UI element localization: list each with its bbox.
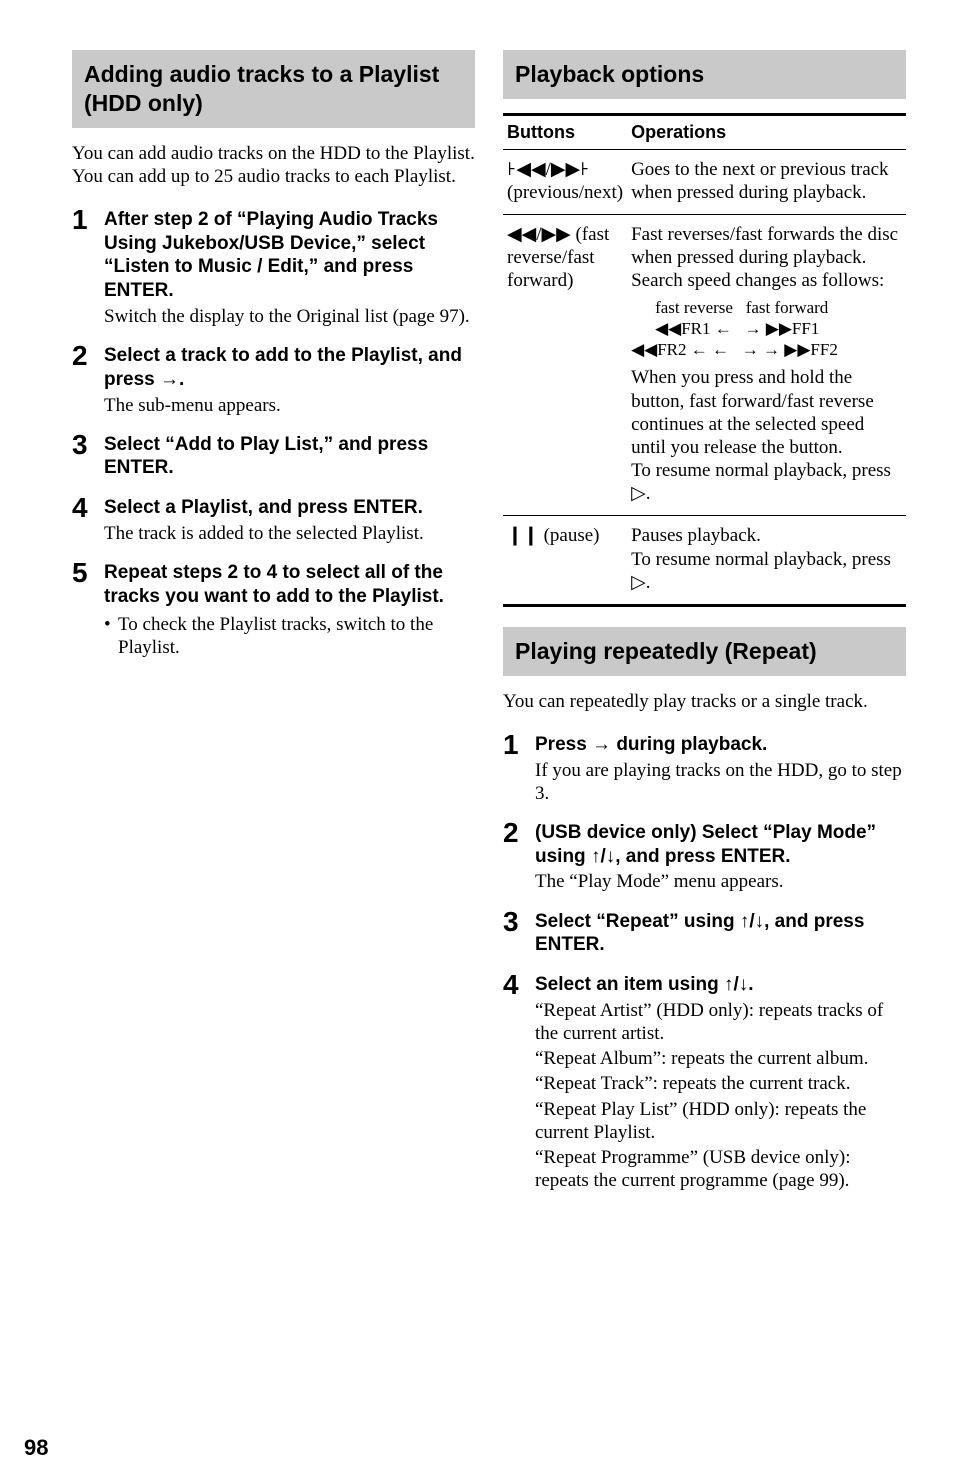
step-heading: Press → during playback.: [535, 733, 906, 757]
step-heading: Select an item using ↑/↓.: [535, 973, 906, 997]
step-number: 3: [503, 908, 525, 958]
right-column: Playback options Buttons Operations ꜔◀◀/…: [503, 50, 906, 1206]
step-heading: Select “Repeat” using ↑/↓, and press ENT…: [535, 910, 906, 958]
section-title-add-tracks: Adding audio tracks to a Playlist (HDD o…: [72, 50, 475, 128]
step-heading: (USB device only) Select “Play Mode” usi…: [535, 821, 906, 869]
step-subtext: The “Play Mode” menu appears.: [535, 870, 906, 893]
op-text: When you press and hold the button, fast…: [631, 366, 902, 459]
step-3: 3 Select “Add to Play List,” and press E…: [72, 431, 475, 481]
step-bullets: To check the Playlist tracks, switch to …: [104, 613, 475, 659]
left-column: Adding audio tracks to a Playlist (HDD o…: [72, 50, 475, 1206]
op-text: To resume normal playback, press ▷.: [631, 459, 902, 505]
section-title-playback-options: Playback options: [503, 50, 906, 99]
step-subtext: “Repeat Album”: repeats the current albu…: [535, 1047, 906, 1070]
step-number: 3: [72, 431, 94, 481]
step-heading: Repeat steps 2 to 4 to select all of the…: [104, 561, 475, 609]
buttons-cell: ꜔◀◀/▶▶꜔ (previous/next): [503, 149, 627, 214]
operations-cell: Goes to the next or previous track when …: [627, 149, 906, 214]
step-heading: Select “Add to Play List,” and press ENT…: [104, 433, 475, 481]
page-number: 98: [24, 1435, 48, 1461]
table-row: ❙❙ (pause) Pauses playback. To resume no…: [503, 516, 906, 606]
playback-options-table: Buttons Operations ꜔◀◀/▶▶꜔ (previous/nex…: [503, 113, 906, 607]
step-subtext: The sub-menu appears.: [104, 394, 475, 417]
step-subtext: “Repeat Programme” (USB device only): re…: [535, 1146, 906, 1192]
buttons-cell: ❙❙ (pause): [503, 516, 627, 606]
op-text: Search speed changes as follows:: [631, 269, 902, 292]
step-subtext: “Repeat Track”: repeats the current trac…: [535, 1072, 906, 1095]
step-2: 2 Select a track to add to the Playlist,…: [72, 342, 475, 417]
repeat-step-1: 1 Press → during playback. If you are pl…: [503, 731, 906, 805]
repeat-step-3: 3 Select “Repeat” using ↑/↓, and press E…: [503, 908, 906, 958]
step-subtext: The track is added to the selected Playl…: [104, 522, 475, 545]
step-number: 2: [503, 819, 525, 894]
bullet-item: To check the Playlist tracks, switch to …: [104, 613, 475, 659]
step-subtext: “Repeat Play List” (HDD only): repeats t…: [535, 1098, 906, 1144]
speed-label-row: fast reverse fast forward: [631, 297, 902, 318]
step-5: 5 Repeat steps 2 to 4 to select all of t…: [72, 559, 475, 659]
step-heading: After step 2 of “Playing Audio Tracks Us…: [104, 208, 475, 303]
step-number: 2: [72, 342, 94, 417]
step-subtext: “Repeat Artist” (HDD only): repeats trac…: [535, 999, 906, 1045]
op-text: Pauses playback.: [631, 524, 902, 547]
step-number: 5: [72, 559, 94, 659]
operations-cell: Pauses playback. To resume normal playba…: [627, 516, 906, 606]
table-header-operations: Operations: [627, 114, 906, 149]
step-4: 4 Select a Playlist, and press ENTER. Th…: [72, 494, 475, 545]
intro-paragraph: You can add audio tracks on the HDD to t…: [72, 142, 475, 188]
repeat-intro: You can repeatedly play tracks or a sing…: [503, 690, 906, 713]
op-text: To resume normal playback, press ▷.: [631, 548, 902, 594]
step-number: 1: [503, 731, 525, 805]
step-number: 4: [503, 971, 525, 1192]
step-1: 1 After step 2 of “Playing Audio Tracks …: [72, 206, 475, 328]
section-title-repeat: Playing repeatedly (Repeat): [503, 627, 906, 676]
speed-row-1: ◀◀FR1 ← → ▶▶FF1: [631, 318, 902, 339]
steps-list-right: 1 Press → during playback. If you are pl…: [503, 731, 906, 1192]
steps-list-left: 1 After step 2 of “Playing Audio Tracks …: [72, 206, 475, 659]
repeat-step-2: 2 (USB device only) Select “Play Mode” u…: [503, 819, 906, 894]
table-row: ◀◀/▶▶ (fast reverse/fast forward) Fast r…: [503, 215, 906, 516]
step-number: 1: [72, 206, 94, 328]
table-row: ꜔◀◀/▶▶꜔ (previous/next) Goes to the next…: [503, 149, 906, 214]
step-subtext: Switch the display to the Original list …: [104, 305, 475, 328]
table-header-buttons: Buttons: [503, 114, 627, 149]
op-text: Fast reverses/fast forwards the disc whe…: [631, 223, 902, 269]
speed-row-2: ◀◀FR2 ← ← → → ▶▶FF2: [631, 339, 902, 360]
step-subtext: If you are playing tracks on the HDD, go…: [535, 759, 906, 805]
step-heading: Select a Playlist, and press ENTER.: [104, 496, 475, 520]
step-number: 4: [72, 494, 94, 545]
speed-diagram: fast reverse fast forward ◀◀FR1 ← → ▶▶FF…: [631, 297, 902, 361]
operations-cell: Fast reverses/fast forwards the disc whe…: [627, 215, 906, 516]
repeat-step-4: 4 Select an item using ↑/↓. “Repeat Arti…: [503, 971, 906, 1192]
step-heading: Select a track to add to the Playlist, a…: [104, 344, 475, 392]
buttons-cell: ◀◀/▶▶ (fast reverse/fast forward): [503, 215, 627, 516]
